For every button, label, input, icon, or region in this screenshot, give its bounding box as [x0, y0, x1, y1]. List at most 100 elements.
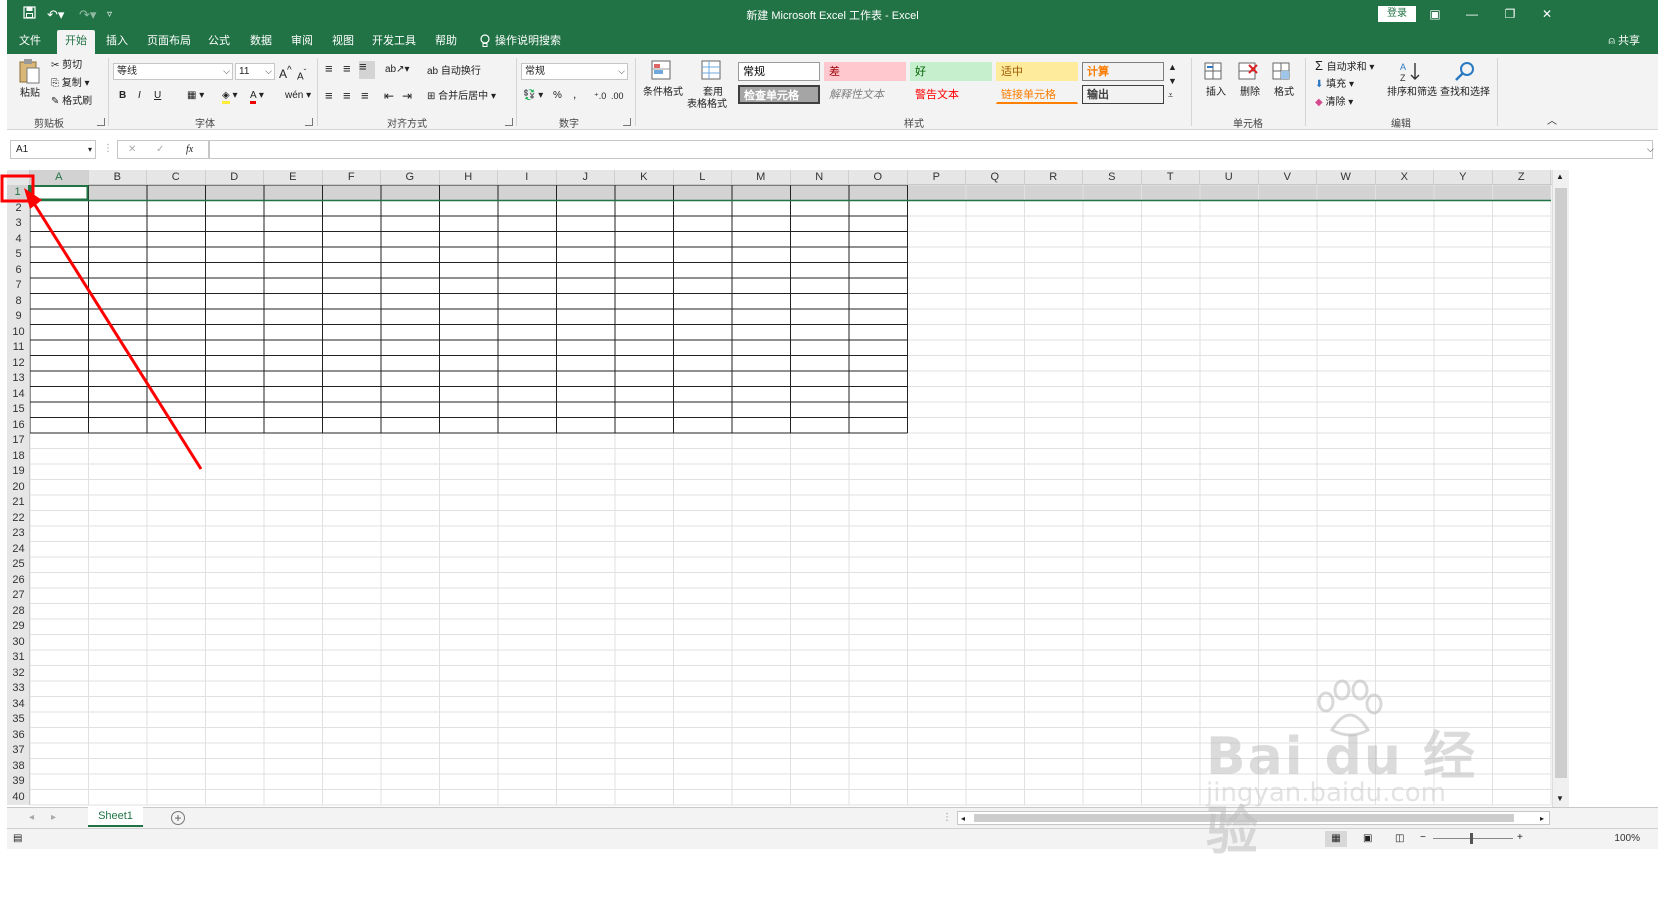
- row-header-8[interactable]: 8: [7, 294, 30, 310]
- active-cell-a1[interactable]: [30, 185, 89, 201]
- tab-insert[interactable]: 插入: [99, 30, 135, 54]
- column-header-c[interactable]: C: [147, 170, 206, 185]
- zoom-level[interactable]: 100%: [1614, 833, 1640, 844]
- zoom-slider[interactable]: [1433, 838, 1513, 839]
- row-header-31[interactable]: 31: [7, 650, 30, 666]
- column-header-l[interactable]: L: [674, 170, 732, 185]
- column-header-n[interactable]: N: [791, 170, 849, 185]
- row-header-12[interactable]: 12: [7, 356, 30, 372]
- row-header-36[interactable]: 36: [7, 728, 30, 744]
- row-header-9[interactable]: 9: [7, 309, 30, 325]
- font-color-button[interactable]: A ▾: [250, 90, 264, 104]
- column-header-b[interactable]: B: [89, 170, 147, 185]
- row-header-7[interactable]: 7: [7, 278, 30, 294]
- row-header-13[interactable]: 13: [7, 371, 30, 387]
- row-header-6[interactable]: 6: [7, 263, 30, 279]
- style-linked-cell[interactable]: 链接单元格: [996, 85, 1078, 104]
- vertical-scrollbar[interactable]: ▲ ▼: [1552, 170, 1569, 807]
- column-header-e[interactable]: E: [264, 170, 323, 185]
- conditional-format-icon[interactable]: [650, 59, 674, 86]
- row-header-3[interactable]: 3: [7, 216, 30, 232]
- tab-review[interactable]: 审阅: [284, 30, 320, 54]
- tab-home[interactable]: 开始: [57, 30, 95, 54]
- macro-record-icon[interactable]: ▤: [13, 833, 22, 845]
- alignment-launcher-icon[interactable]: [505, 118, 513, 126]
- cut-button[interactable]: ✂ 剪切: [51, 60, 82, 72]
- clipboard-launcher-icon[interactable]: [97, 118, 105, 126]
- decrease-decimal-icon[interactable]: .00: [611, 90, 624, 102]
- row-header-14[interactable]: 14: [7, 387, 30, 403]
- row-header-21[interactable]: 21: [7, 495, 30, 511]
- column-header-q[interactable]: Q: [966, 170, 1025, 185]
- row-header-2[interactable]: 2: [7, 201, 30, 217]
- merge-center-button[interactable]: ⊞ 合并后居中 ▾: [427, 91, 496, 103]
- row-header-15[interactable]: 15: [7, 402, 30, 418]
- fill-color-button[interactable]: ◈ ▾: [222, 90, 238, 104]
- sort-filter-label[interactable]: 排序和筛选: [1387, 87, 1437, 99]
- tab-page-layout[interactable]: 页面布局: [141, 30, 197, 54]
- column-header-h[interactable]: H: [440, 170, 498, 185]
- tab-file[interactable]: 文件: [11, 30, 49, 54]
- name-box[interactable]: A1 ▾: [10, 140, 96, 159]
- align-right-icon[interactable]: ≡: [361, 89, 369, 102]
- row-header-4[interactable]: 4: [7, 232, 30, 248]
- paste-label[interactable]: 粘贴: [20, 88, 40, 100]
- row-header-17[interactable]: 17: [7, 433, 30, 449]
- row-header-5[interactable]: 5: [7, 247, 30, 263]
- comma-button[interactable]: ,: [573, 88, 576, 100]
- row-header-38[interactable]: 38: [7, 759, 30, 775]
- align-bottom-icon[interactable]: ≡: [359, 60, 375, 79]
- row-header-39[interactable]: 39: [7, 774, 30, 790]
- styles-scroll-icon[interactable]: ▲ ▼ ⩡: [1168, 60, 1177, 102]
- column-header-y[interactable]: Y: [1434, 170, 1493, 185]
- cancel-icon[interactable]: ✕: [128, 144, 136, 156]
- row-header-34[interactable]: 34: [7, 697, 30, 713]
- normal-view-icon[interactable]: ▦: [1325, 831, 1347, 847]
- copy-button[interactable]: ⎘ 复制 ▾: [51, 78, 90, 90]
- row-header-30[interactable]: 30: [7, 635, 30, 651]
- zoom-slider-thumb[interactable]: [1470, 833, 1473, 844]
- horizontal-scrollbar[interactable]: ◂ ▸: [957, 811, 1550, 825]
- column-header-u[interactable]: U: [1200, 170, 1259, 185]
- italic-button[interactable]: I: [138, 90, 141, 102]
- row-header-32[interactable]: 32: [7, 666, 30, 682]
- row-header-26[interactable]: 26: [7, 573, 30, 589]
- wrap-text-button[interactable]: ab 自动换行: [427, 66, 481, 78]
- row-header-28[interactable]: 28: [7, 604, 30, 620]
- column-header-r[interactable]: R: [1025, 170, 1083, 185]
- formula-input[interactable]: [209, 140, 1653, 159]
- login-button[interactable]: 登录: [1378, 6, 1416, 22]
- font-launcher-icon[interactable]: [305, 118, 313, 126]
- bold-button[interactable]: B: [119, 90, 126, 102]
- font-size-select[interactable]: 11 ⌵: [235, 63, 275, 80]
- style-output[interactable]: 输出: [1082, 85, 1164, 104]
- delete-cells-icon[interactable]: [1237, 60, 1259, 85]
- style-check-cell[interactable]: 检查单元格: [738, 85, 820, 104]
- minimize-icon[interactable]: —: [1457, 4, 1487, 24]
- select-all-corner[interactable]: [7, 170, 30, 185]
- page-break-view-icon[interactable]: ◫: [1395, 833, 1404, 845]
- font-name-select[interactable]: 等线 ⌵: [113, 63, 233, 80]
- row-header-16[interactable]: 16: [7, 418, 30, 434]
- column-header-v[interactable]: V: [1259, 170, 1317, 185]
- autosum-button[interactable]: Σ 自动求和 ▾: [1315, 59, 1374, 74]
- format-as-table-label-2[interactable]: 表格格式: [687, 99, 727, 111]
- decrease-indent-icon[interactable]: ⇤: [384, 90, 394, 102]
- clear-button[interactable]: ◆ 清除 ▾: [1315, 97, 1353, 109]
- delete-cells-label[interactable]: 删除: [1240, 87, 1260, 99]
- tab-view[interactable]: 视图: [325, 30, 361, 54]
- scroll-left-icon[interactable]: ◂: [961, 813, 965, 825]
- fill-button[interactable]: ⬇ 填充 ▾: [1315, 79, 1354, 91]
- expand-formula-icon[interactable]: ⌵: [1647, 143, 1654, 155]
- zoom-out-icon[interactable]: −: [1420, 832, 1426, 844]
- row-header-23[interactable]: 23: [7, 526, 30, 542]
- row-header-20[interactable]: 20: [7, 480, 30, 496]
- increase-decimal-icon[interactable]: ⁺.0: [594, 90, 606, 102]
- column-header-o[interactable]: O: [849, 170, 908, 185]
- scroll-right-icon[interactable]: ▸: [1540, 813, 1544, 825]
- style-explanatory[interactable]: 解释性文本: [824, 85, 906, 104]
- row-header-11[interactable]: 11: [7, 340, 30, 356]
- phonetic-button[interactable]: wén ▾: [285, 90, 311, 102]
- grow-font-button[interactable]: A^: [279, 65, 292, 80]
- style-normal[interactable]: 常规: [738, 62, 820, 81]
